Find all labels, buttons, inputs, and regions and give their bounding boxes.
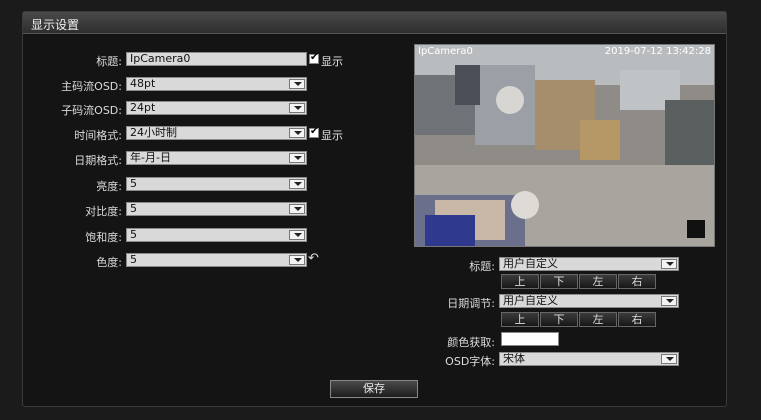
title-input[interactable]: IpCamera0 [126,52,307,66]
time-format-value: 24小时制 [130,126,177,139]
date-adjust-label: 日期调节: [447,297,495,310]
brightness-value: 5 [130,177,137,190]
chevron-down-icon [289,153,305,163]
main-osd-select[interactable]: 48pt [126,77,307,91]
date-down-button[interactable]: 下 [540,312,578,327]
osd-title-label: 标题: [469,260,495,273]
contrast-label: 对比度: [85,205,122,218]
osd-font-select[interactable]: 宋体 [499,352,679,366]
video-overlay-time: 2019-07-12 13:42:28 [604,46,711,57]
sub-osd-value: 24pt [130,101,156,114]
date-adjust-value: 用户自定义 [503,294,558,307]
camera-scene [415,45,714,246]
time-show-label: 显示 [321,129,343,142]
osd-title-value: 用户自定义 [503,257,558,270]
chevron-down-icon [661,259,677,269]
time-format-label: 时间格式: [74,129,122,142]
sub-osd-label: 子码流OSD: [61,104,122,117]
date-left-button[interactable]: 左 [579,312,617,327]
chevron-down-icon [661,354,677,364]
hue-value: 5 [130,253,137,266]
chevron-down-icon [661,296,677,306]
saturation-label: 饱和度: [85,231,122,244]
chevron-down-icon [289,179,305,189]
panel-title: 显示设置 [31,18,80,32]
contrast-value: 5 [130,202,137,215]
date-format-label: 日期格式: [74,154,122,167]
osd-font-value: 宋体 [503,352,525,365]
chevron-down-icon [289,103,305,113]
saturation-value: 5 [130,228,137,241]
title-down-button[interactable]: 下 [540,274,578,289]
hue-select[interactable]: 5 [126,253,307,267]
title-show-checkbox[interactable] [309,52,319,64]
osd-title-select[interactable]: 用户自定义 [499,257,679,271]
chevron-down-icon [289,255,305,265]
save-button[interactable]: 保存 [330,380,418,398]
date-adjust-select[interactable]: 用户自定义 [499,294,679,308]
brightness-select[interactable]: 5 [126,177,307,191]
brightness-label: 亮度: [96,180,122,193]
title-show-label: 显示 [321,55,343,68]
main-osd-value: 48pt [130,77,156,90]
date-format-select[interactable]: 年-月-日 [126,151,307,165]
date-up-button[interactable]: 上 [501,312,539,327]
title-left-button[interactable]: 左 [579,274,617,289]
chevron-down-icon [289,204,305,214]
panel-header: 显示设置 [23,12,726,34]
undo-icon[interactable]: ↶ [308,251,319,266]
video-overlay-title: IpCamera0 [418,46,473,57]
chevron-down-icon [289,230,305,240]
chevron-down-icon [289,79,305,89]
contrast-select[interactable]: 5 [126,202,307,216]
title-right-button[interactable]: 右 [618,274,656,289]
title-label: 标题: [96,55,122,68]
saturation-select[interactable]: 5 [126,228,307,242]
date-right-button[interactable]: 右 [618,312,656,327]
color-swatch[interactable] [501,332,559,346]
osd-font-label: OSD字体: [445,355,495,368]
date-format-value: 年-月-日 [130,151,171,164]
hue-label: 色度: [96,256,122,269]
main-osd-label: 主码流OSD: [61,80,122,93]
time-format-select[interactable]: 24小时制 [126,126,307,140]
chevron-down-icon [289,128,305,138]
time-show-checkbox[interactable] [309,126,319,138]
color-pick-label: 颜色获取: [447,336,495,349]
video-preview[interactable]: IpCamera0 2019-07-12 13:42:28 [414,44,715,247]
sub-osd-select[interactable]: 24pt [126,101,307,115]
title-up-button[interactable]: 上 [501,274,539,289]
